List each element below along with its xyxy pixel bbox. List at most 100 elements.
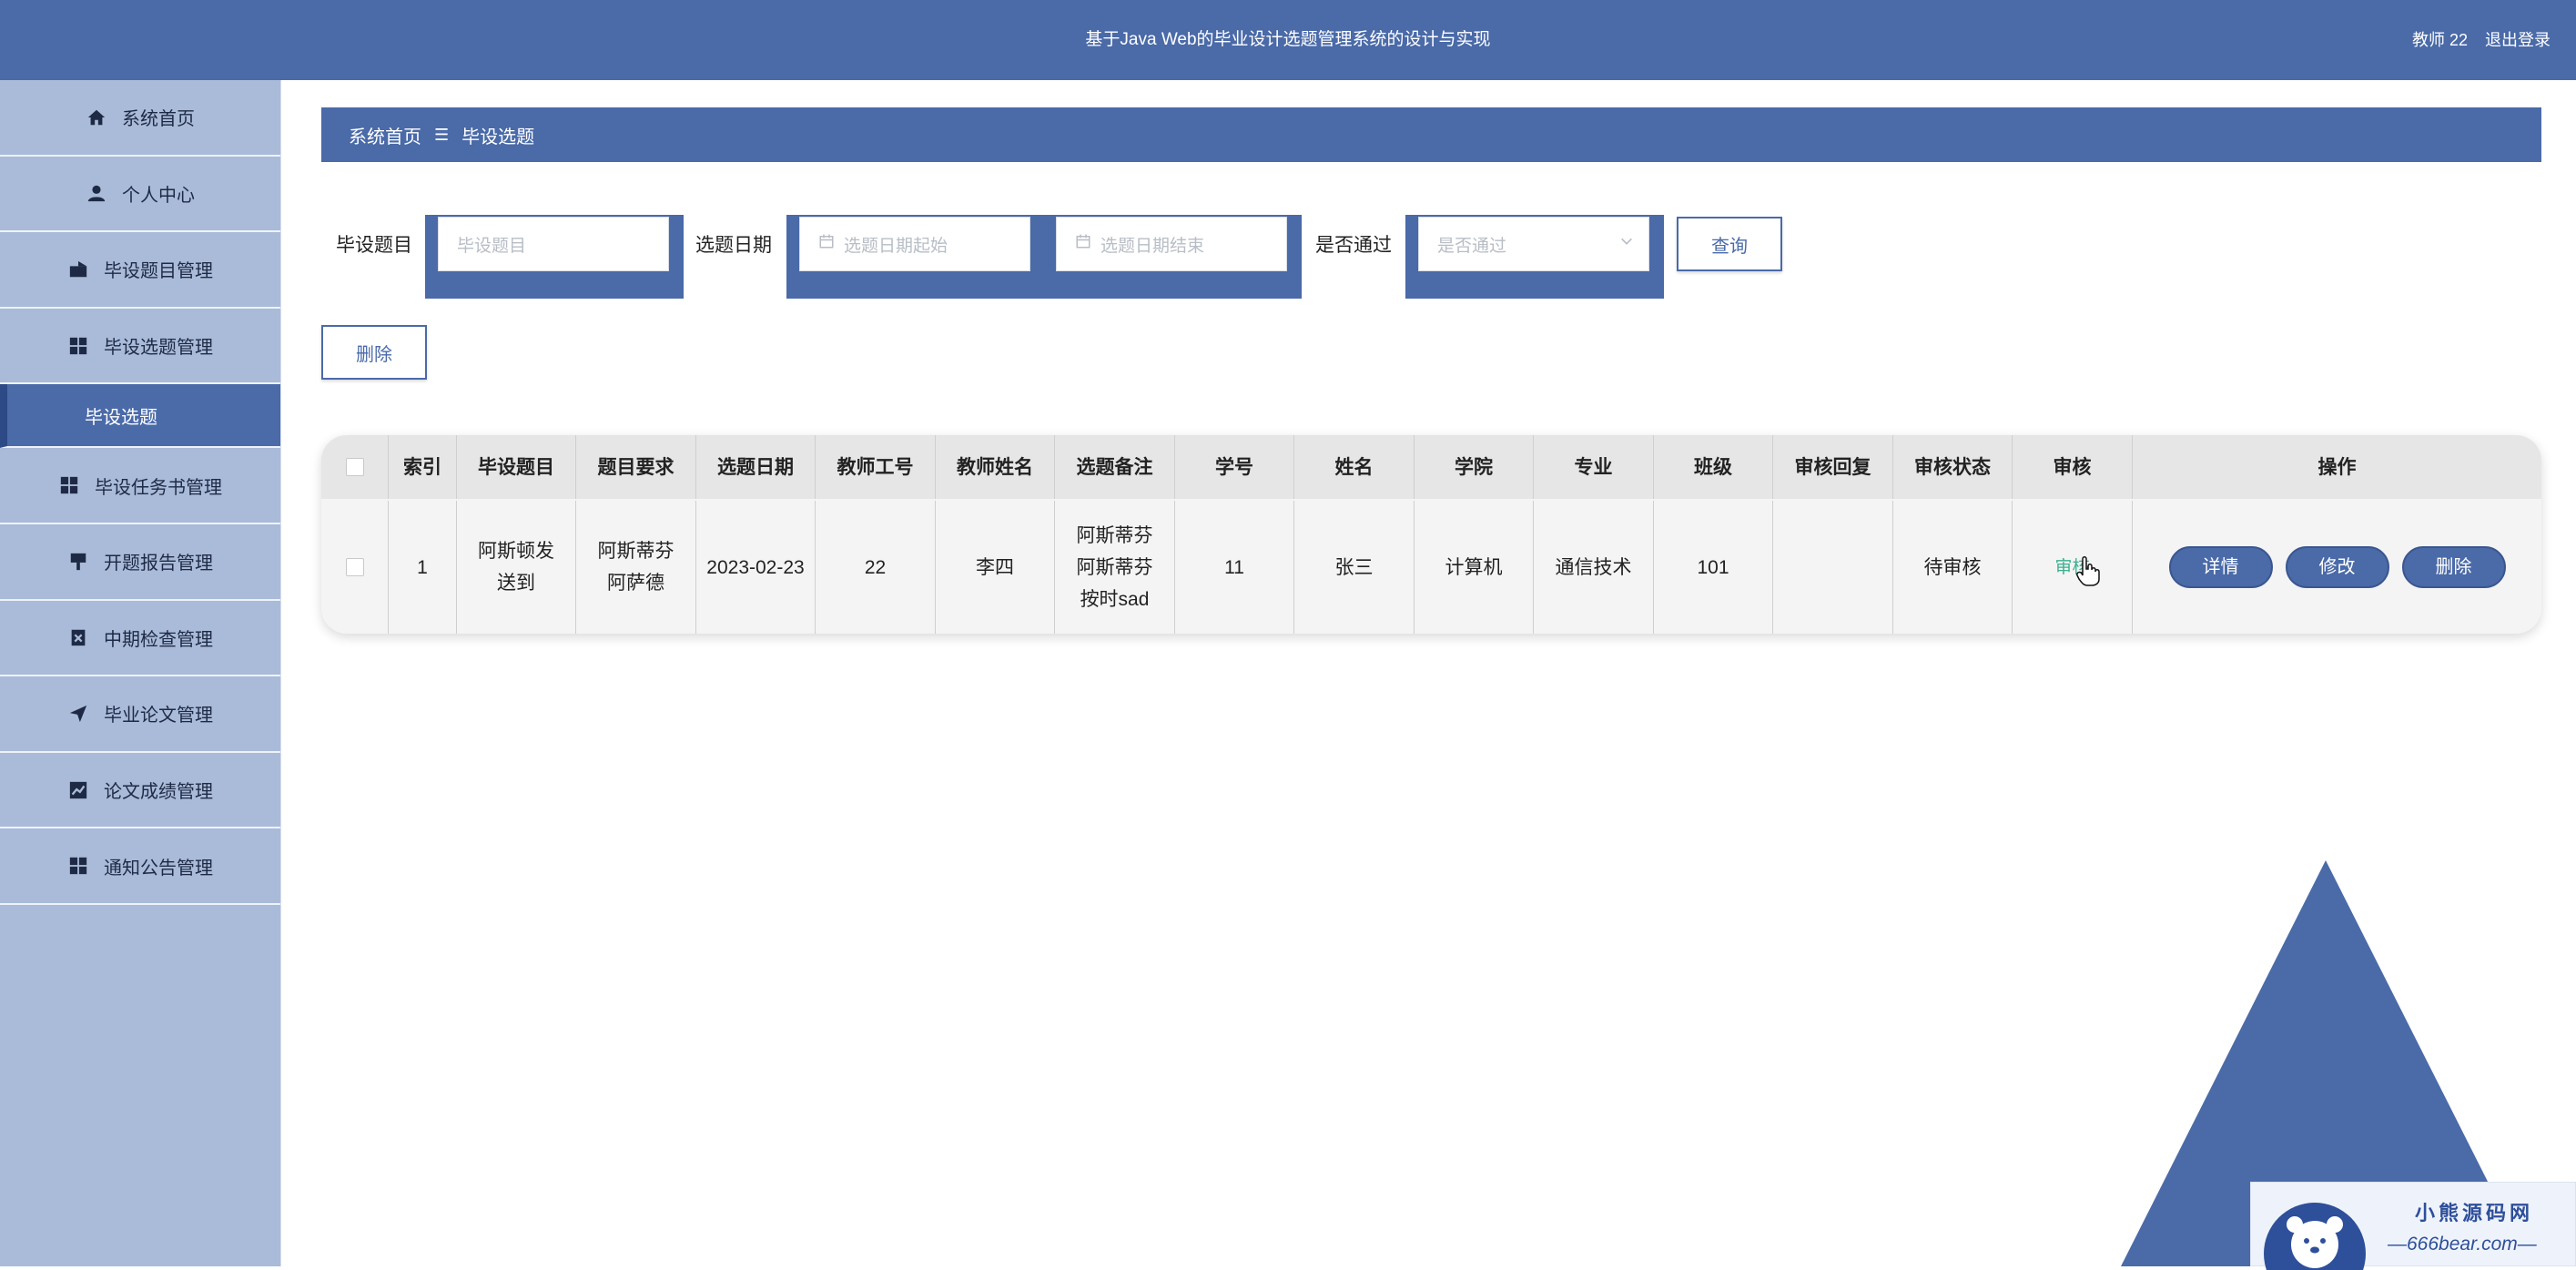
table-header: 索引 毕设题目 题目要求 选题日期 教师工号 教师姓名 选题备注 学号 姓名 学…: [321, 435, 2541, 499]
sidebar-item-label: 毕设题目管理: [104, 261, 213, 282]
cell-requirement: 阿斯蒂芬阿萨德: [576, 501, 696, 634]
select-all-checkbox[interactable]: [345, 458, 364, 476]
cell-major: 通信技术: [1534, 501, 1654, 634]
app-title: 基于Java Web的毕业设计选题管理系统的设计与实现: [1085, 30, 1491, 49]
sidebar-item-proposal-report[interactable]: 开题报告管理: [0, 524, 280, 601]
chevron-down-icon: [1619, 234, 1634, 254]
date-label: 选题日期: [695, 235, 772, 256]
header-select-all[interactable]: [321, 435, 389, 499]
sidebar-item-selection-management[interactable]: 毕设选题管理: [0, 309, 280, 385]
date-start-input[interactable]: 选题日期起始: [799, 217, 1030, 271]
user-icon: [86, 182, 107, 204]
grid-icon: [58, 474, 80, 496]
cell-class: 101: [1654, 501, 1773, 634]
sidebar-item-task-book[interactable]: 毕设任务书管理: [0, 448, 280, 524]
folder-icon: [67, 259, 89, 280]
selection-table: 索引 毕设题目 题目要求 选题日期 教师工号 教师姓名 选题备注 学号 姓名 学…: [321, 435, 2541, 634]
sidebar-item-thesis-management[interactable]: 毕业论文管理: [0, 676, 280, 753]
user-area: 教师 22 退出登录: [2399, 0, 2551, 80]
detail-button[interactable]: 详情: [2168, 546, 2273, 588]
watermark: 小熊源码网 —666bear.com—: [2250, 1182, 2576, 1270]
cell-teacher-name: 李四: [936, 501, 1055, 634]
header-cell: 题目要求: [576, 435, 696, 499]
home-icon: [86, 107, 107, 128]
pass-label: 是否通过: [1315, 235, 1392, 256]
cell-teacher-id: 22: [816, 501, 936, 634]
header-cell: 审核回复: [1773, 435, 1893, 499]
date-start-placeholder: 选题日期起始: [844, 236, 948, 256]
sidebar: 系统首页 个人中心 毕设题目管理 毕设选题管理 毕设选题 毕设任务书管理 开题报…: [0, 80, 281, 1266]
pass-select[interactable]: 是否通过: [1418, 217, 1649, 271]
sidebar-item-label: 个人中心: [122, 185, 195, 206]
sidebar-item-label: 论文成绩管理: [104, 782, 213, 803]
cell-college: 计算机: [1415, 501, 1534, 634]
calendar-icon: [818, 233, 835, 255]
breadcrumb-current: 毕设选题: [461, 127, 535, 147]
sidebar-item-topic-selection[interactable]: 毕设选题: [0, 384, 280, 449]
watermark-title: 小熊源码网: [2415, 1202, 2534, 1224]
query-button[interactable]: 查询: [1677, 217, 1782, 271]
current-user: 教师 22: [2411, 31, 2468, 49]
cell-date: 2023-02-23: [696, 501, 816, 634]
header-cell: 毕设题目: [457, 435, 576, 499]
grid-icon: [67, 855, 89, 877]
topic-search-input[interactable]: 毕设题目: [438, 217, 669, 271]
topic-placeholder: 毕设题目: [457, 236, 527, 256]
bear-logo-icon: [2264, 1203, 2366, 1270]
sidebar-item-home[interactable]: 系统首页: [0, 80, 280, 157]
cell-audit: 审核: [2013, 501, 2133, 634]
breadcrumb-home[interactable]: 系统首页: [349, 122, 421, 148]
top-header: 基于Java Web的毕业设计选题管理系统的设计与实现 教师 22 退出登录: [0, 0, 2576, 80]
clipboard-icon: [67, 626, 89, 648]
hand-cursor-icon: [2076, 556, 2100, 586]
breadcrumb-separator-icon: ☰: [434, 125, 450, 144]
sidebar-item-label: 开题报告管理: [104, 554, 213, 574]
sidebar-item-label: 毕设选题管理: [104, 338, 213, 359]
header-cell: 审核: [2013, 435, 2133, 499]
sidebar-item-profile[interactable]: 个人中心: [0, 157, 280, 233]
row-checkbox[interactable]: [345, 558, 364, 576]
header-cell: 学院: [1415, 435, 1534, 499]
header-cell: 教师工号: [816, 435, 936, 499]
sidebar-item-notice-management[interactable]: 通知公告管理: [0, 828, 280, 905]
header-cell: 选题日期: [696, 435, 816, 499]
sidebar-item-topic-management[interactable]: 毕设题目管理: [0, 232, 280, 309]
calendar-icon: [1075, 233, 1091, 255]
edit-button[interactable]: 修改: [2285, 546, 2389, 588]
sidebar-item-label: 毕设选题: [85, 407, 157, 428]
pass-placeholder: 是否通过: [1437, 236, 1507, 256]
cell-status: 待审核: [1893, 501, 2013, 634]
date-end-input[interactable]: 选题日期结束: [1056, 217, 1287, 271]
date-end-placeholder: 选题日期结束: [1100, 236, 1205, 256]
cell-index: 1: [389, 501, 457, 634]
header-cell: 审核状态: [1893, 435, 2013, 499]
breadcrumb: 系统首页 ☰ 毕设选题: [321, 107, 2541, 162]
cell-remark: 阿斯蒂芬阿斯蒂芬按时sad: [1055, 501, 1175, 634]
chart-icon: [67, 779, 89, 801]
sidebar-item-midterm-check[interactable]: 中期检查管理: [0, 601, 280, 677]
cell-student-name: 张三: [1294, 501, 1415, 634]
sidebar-item-label: 系统首页: [122, 109, 195, 130]
sidebar-item-label: 毕设任务书管理: [95, 477, 222, 498]
sidebar-item-label: 通知公告管理: [104, 858, 213, 879]
flag-icon: [67, 551, 89, 573]
grid-icon: [67, 335, 89, 357]
header-cell: 选题备注: [1055, 435, 1175, 499]
batch-delete-button[interactable]: 删除: [321, 325, 427, 380]
logout-link[interactable]: 退出登录: [2485, 31, 2551, 49]
cell-topic: 阿斯顿发送到: [457, 501, 576, 634]
delete-button[interactable]: 删除: [2401, 546, 2506, 588]
cell-reply: [1773, 501, 1893, 634]
sidebar-item-grade-management[interactable]: 论文成绩管理: [0, 753, 280, 829]
topic-label: 毕设题目: [336, 235, 412, 256]
row-select[interactable]: [321, 501, 389, 634]
sidebar-item-label: 中期检查管理: [104, 629, 213, 650]
cell-student-id: 11: [1175, 501, 1294, 634]
watermark-url: —666bear.com—: [2388, 1234, 2537, 1255]
header-cell: 教师姓名: [936, 435, 1055, 499]
sidebar-item-label: 毕业论文管理: [104, 706, 213, 726]
table-row: 1 阿斯顿发送到 阿斯蒂芬阿萨德 2023-02-23 22 李四 阿斯蒂芬阿斯…: [321, 501, 2541, 634]
header-cell: 学号: [1175, 435, 1294, 499]
cell-actions: 详情 修改 删除: [2133, 501, 2541, 634]
send-icon: [67, 703, 89, 725]
